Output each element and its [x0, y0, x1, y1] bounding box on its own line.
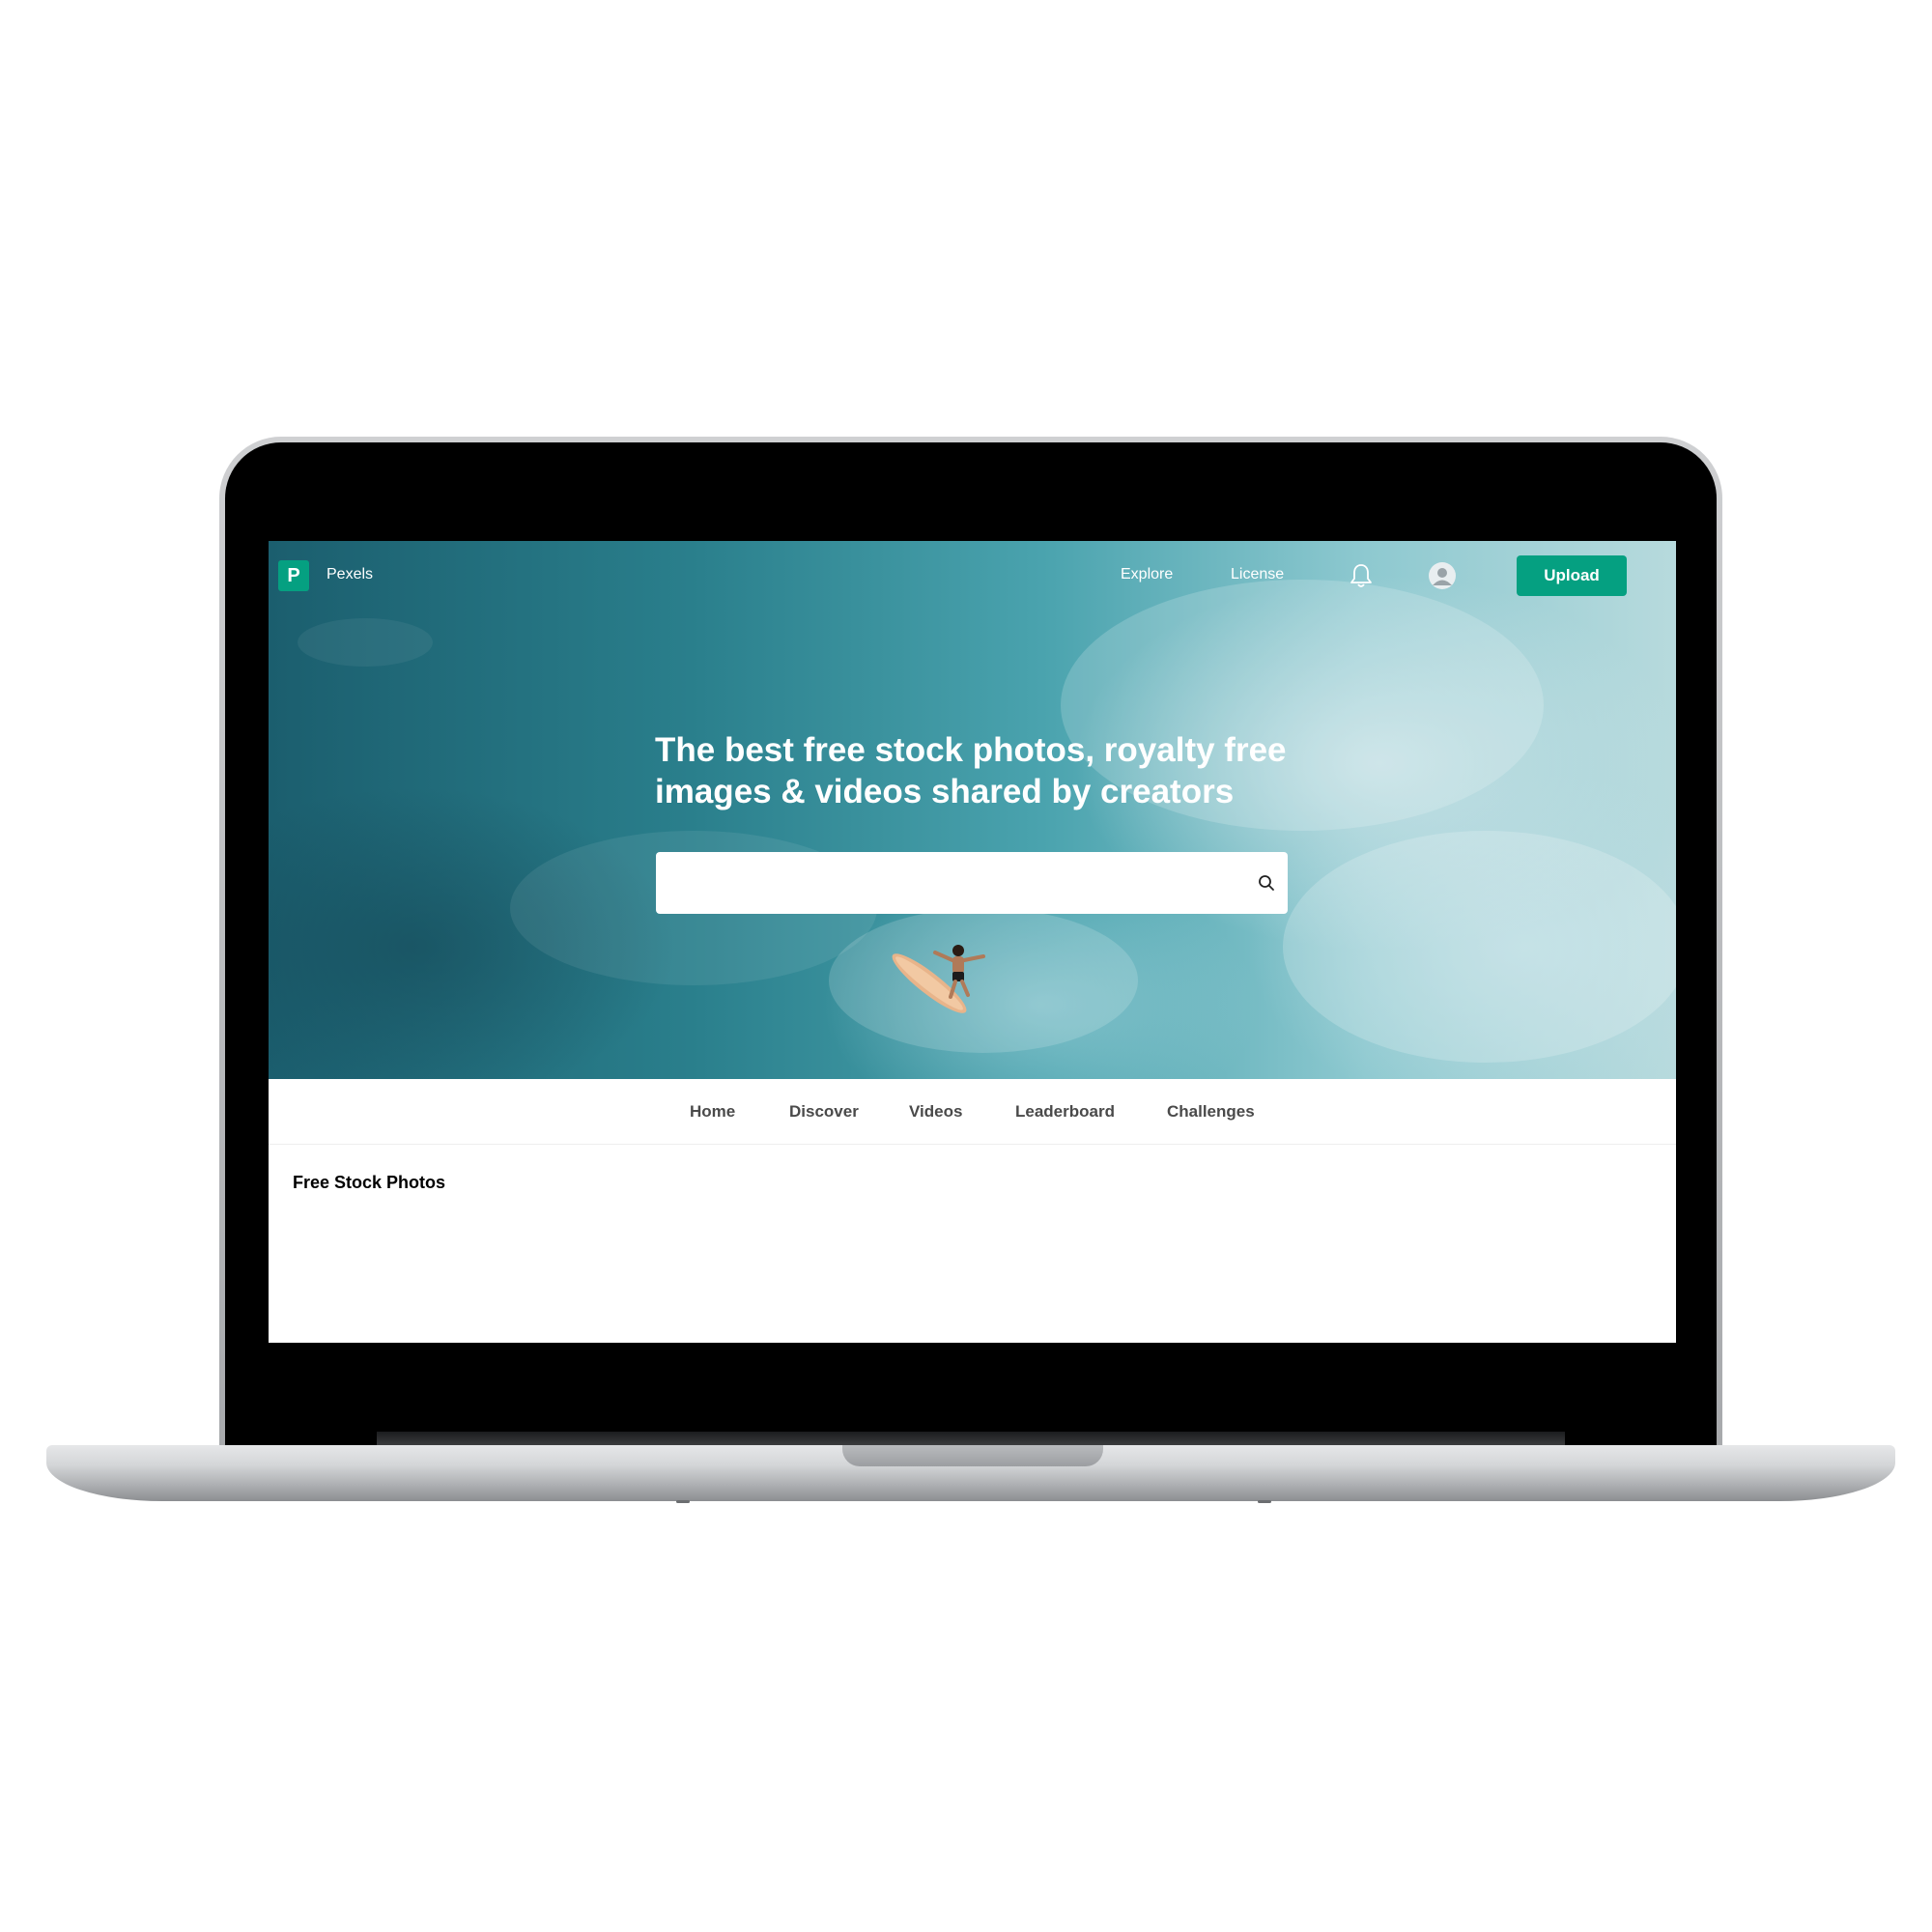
- search-bar: [656, 852, 1288, 914]
- hero-banner: P Pexels Explore License Upload The best…: [269, 541, 1676, 1079]
- browser-screen: P Pexels Explore License Upload The best…: [269, 541, 1676, 1343]
- logo-letter: P: [287, 564, 300, 586]
- upload-button[interactable]: Upload: [1517, 555, 1627, 596]
- search-input[interactable]: [656, 852, 1236, 914]
- hero-headline-line2: images & videos shared by creators: [655, 773, 1235, 810]
- section-title: Free Stock Photos: [293, 1173, 446, 1192]
- hero-headline: The best free stock photos, royalty free…: [655, 729, 1331, 812]
- laptop-hinge: [377, 1432, 1565, 1445]
- tab-discover[interactable]: Discover: [789, 1102, 859, 1122]
- tab-videos[interactable]: Videos: [909, 1102, 962, 1122]
- sub-navigation: Home Discover Videos Leaderboard Challen…: [269, 1079, 1676, 1145]
- tab-home[interactable]: Home: [690, 1102, 735, 1122]
- wave-foam: [1283, 831, 1676, 1063]
- surfer-image: [892, 945, 985, 1013]
- logo-text[interactable]: Pexels: [327, 566, 373, 583]
- tab-challenges[interactable]: Challenges: [1167, 1102, 1255, 1122]
- user-avatar-icon[interactable]: [1428, 561, 1457, 590]
- hero-headline-line1: The best free stock photos, royalty free: [655, 731, 1287, 769]
- tab-leaderboard[interactable]: Leaderboard: [1015, 1102, 1115, 1122]
- nav-explore[interactable]: Explore: [1121, 566, 1173, 583]
- pexels-logo-icon[interactable]: P: [278, 560, 309, 591]
- bell-icon[interactable]: [1349, 562, 1374, 589]
- laptop-foot: [1258, 1500, 1271, 1503]
- nav-license[interactable]: License: [1231, 566, 1284, 583]
- laptop-notch: [842, 1445, 1103, 1466]
- search-icon[interactable]: [1257, 873, 1276, 893]
- laptop-foot: [676, 1500, 690, 1503]
- wave-foam: [298, 618, 433, 667]
